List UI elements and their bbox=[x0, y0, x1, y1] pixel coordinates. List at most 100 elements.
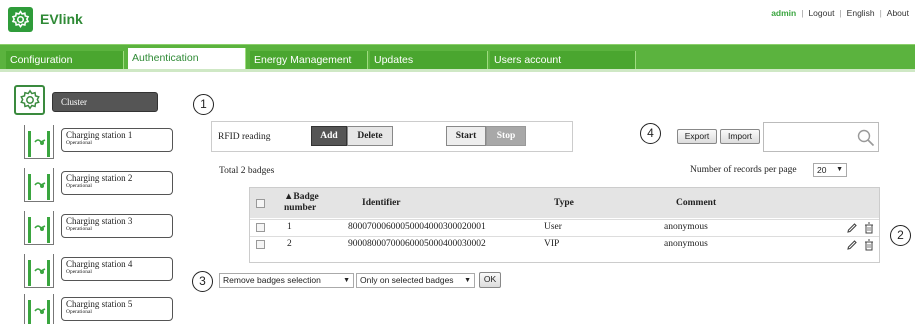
ok-button[interactable]: OK bbox=[479, 272, 501, 288]
callout-2: 2 bbox=[890, 225, 911, 246]
separator: | bbox=[879, 8, 882, 18]
plug-icon bbox=[34, 268, 46, 274]
sort-up-icon: ▲ bbox=[284, 192, 294, 202]
charging-station-icon bbox=[24, 294, 54, 324]
station-item-5[interactable]: Charging station 5 Operational bbox=[24, 294, 174, 324]
station-name: Charging station 5 bbox=[66, 299, 133, 309]
table-row[interactable]: 1 80007000600050004000300020001 User ano… bbox=[250, 219, 879, 235]
bulk-action-value: Remove badges selection bbox=[223, 275, 321, 285]
nav-divider bbox=[0, 69, 915, 72]
tab-updates[interactable]: Updates bbox=[370, 51, 488, 70]
station-name: Charging station 1 bbox=[66, 130, 133, 140]
edit-pencil-icon[interactable] bbox=[846, 222, 858, 234]
badge-identifier: 80007000600050004000300020001 bbox=[348, 222, 486, 232]
search-icon[interactable] bbox=[857, 129, 875, 147]
edit-pencil-icon[interactable] bbox=[846, 239, 858, 251]
station-status: Operational bbox=[66, 269, 92, 275]
charging-station-icon bbox=[24, 211, 54, 245]
badge-comment: anonymous bbox=[664, 239, 708, 249]
badge-number: 2 bbox=[287, 239, 292, 249]
dropdown-arrow-icon: ▼ bbox=[464, 277, 471, 284]
station-item-2[interactable]: Charging station 2 Operational bbox=[24, 168, 174, 202]
records-per-page-select[interactable]: 20 ▼ bbox=[813, 163, 847, 177]
station-label[interactable]: Charging station 4 Operational bbox=[61, 257, 173, 281]
total-badges: Total 2 badges bbox=[219, 166, 275, 176]
evlink-logo-icon bbox=[8, 7, 33, 32]
app-title: EVlink bbox=[40, 11, 83, 27]
callout-4: 4 bbox=[640, 123, 661, 144]
station-status: Operational bbox=[66, 226, 92, 232]
station-status: Operational bbox=[66, 309, 92, 315]
charging-station-icon bbox=[24, 168, 54, 202]
export-button[interactable]: Export bbox=[677, 129, 717, 144]
scope-select[interactable]: Only on selected badges ▼ bbox=[356, 273, 475, 288]
import-button[interactable]: Import bbox=[720, 129, 760, 144]
charging-station-icon bbox=[24, 254, 54, 288]
start-button[interactable]: Start bbox=[446, 126, 486, 146]
header-text: number bbox=[284, 203, 317, 213]
badge-type: User bbox=[544, 222, 562, 232]
gear-icon bbox=[11, 10, 30, 29]
gear-icon bbox=[19, 89, 40, 110]
station-name: Charging station 4 bbox=[66, 259, 133, 269]
badge-number: 1 bbox=[287, 222, 292, 232]
identifier-header[interactable]: Identifier bbox=[362, 198, 401, 208]
bulk-action-select[interactable]: Remove badges selection ▼ bbox=[219, 273, 354, 288]
delete-trash-icon[interactable] bbox=[863, 222, 875, 234]
callout-1: 1 bbox=[193, 94, 214, 115]
dropdown-arrow-icon: ▼ bbox=[836, 166, 843, 173]
station-status: Operational bbox=[66, 140, 92, 146]
station-item-1[interactable]: Charging station 1 Operational bbox=[24, 125, 174, 159]
logout-link[interactable]: Logout bbox=[808, 8, 834, 18]
main-nav: Configuration Authentication Energy Mana… bbox=[0, 44, 915, 71]
top-links: admin | Logout | English | About bbox=[771, 8, 909, 18]
tab-configuration[interactable]: Configuration bbox=[6, 51, 124, 70]
station-item-3[interactable]: Charging station 3 Operational bbox=[24, 211, 174, 245]
type-header[interactable]: Type bbox=[554, 198, 574, 208]
station-label[interactable]: Charging station 5 Operational bbox=[61, 297, 173, 321]
separator: | bbox=[801, 8, 804, 18]
charging-station-icon bbox=[24, 125, 54, 159]
row-checkbox[interactable] bbox=[256, 240, 265, 249]
badge-type: VIP bbox=[544, 239, 560, 249]
language-link[interactable]: English bbox=[847, 8, 875, 18]
station-status: Operational bbox=[66, 183, 92, 189]
row-checkbox[interactable] bbox=[256, 223, 265, 232]
table-header: ▲Badge number Identifier Type Comment bbox=[250, 188, 879, 218]
station-name: Charging station 3 bbox=[66, 216, 133, 226]
delete-trash-icon[interactable] bbox=[863, 239, 875, 251]
station-label[interactable]: Charging station 1 Operational bbox=[61, 128, 173, 152]
user-link[interactable]: admin bbox=[771, 8, 796, 18]
badge-identifier: 90008000700060005000400030002 bbox=[348, 239, 486, 249]
stop-button[interactable]: Stop bbox=[486, 126, 526, 146]
callout-3: 3 bbox=[192, 271, 213, 292]
station-name: Charging station 2 bbox=[66, 173, 133, 183]
dropdown-arrow-icon: ▼ bbox=[343, 277, 350, 284]
add-button[interactable]: Add bbox=[311, 126, 347, 146]
delete-button[interactable]: Delete bbox=[347, 126, 393, 146]
station-label[interactable]: Charging station 3 Operational bbox=[61, 214, 173, 238]
badges-table: ▲Badge number Identifier Type Comment 1 … bbox=[249, 187, 880, 263]
records-per-page-value: 20 bbox=[817, 165, 827, 175]
rfid-label: RFID reading bbox=[218, 132, 271, 142]
plug-icon bbox=[34, 308, 46, 314]
cluster-button[interactable]: Cluster bbox=[52, 92, 158, 112]
header-text: Badge bbox=[293, 192, 319, 202]
records-per-page-label: Number of records per page bbox=[690, 165, 797, 175]
station-label[interactable]: Charging station 2 Operational bbox=[61, 171, 173, 195]
plug-icon bbox=[34, 225, 46, 231]
badge-comment: anonymous bbox=[664, 222, 708, 232]
table-row[interactable]: 2 90008000700060005000400030002 VIP anon… bbox=[250, 236, 879, 252]
tab-authentication[interactable]: Authentication bbox=[128, 48, 246, 71]
comment-header[interactable]: Comment bbox=[676, 198, 716, 208]
station-item-4[interactable]: Charging station 4 Operational bbox=[24, 254, 174, 288]
select-all-checkbox[interactable] bbox=[256, 199, 265, 208]
scope-value: Only on selected badges bbox=[360, 275, 454, 285]
plug-icon bbox=[34, 139, 46, 145]
tab-energy-management[interactable]: Energy Management bbox=[250, 51, 368, 70]
badge-number-header[interactable]: ▲Badge number bbox=[284, 192, 319, 214]
cluster-gear-icon[interactable] bbox=[14, 85, 45, 115]
about-link[interactable]: About bbox=[887, 8, 909, 18]
tab-users-account[interactable]: Users account bbox=[490, 51, 636, 70]
plug-icon bbox=[34, 182, 46, 188]
